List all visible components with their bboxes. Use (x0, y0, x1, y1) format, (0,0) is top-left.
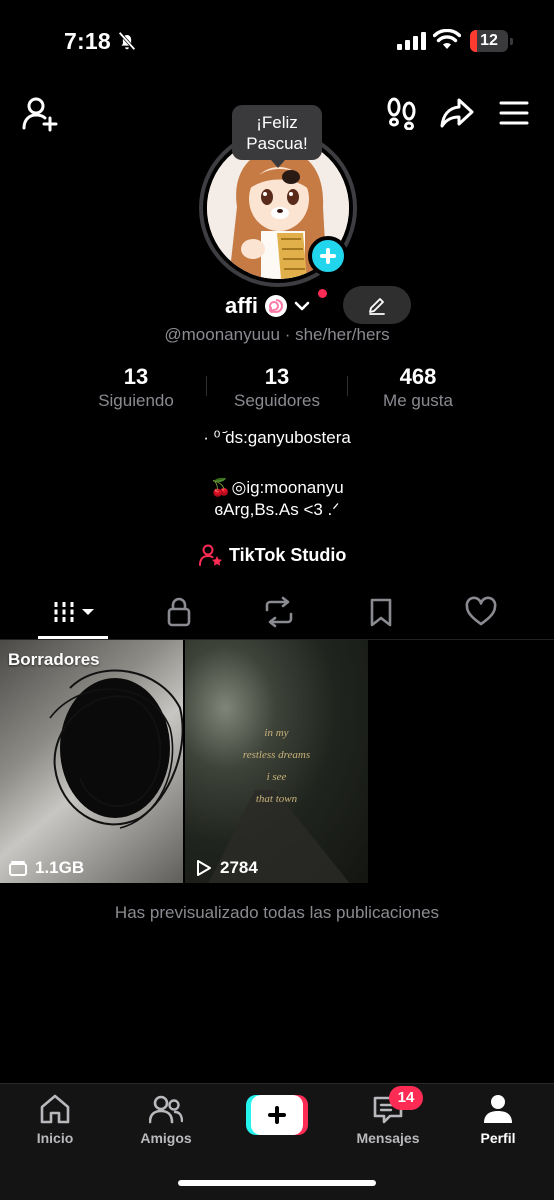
bell-off-icon (118, 31, 136, 51)
handle-row: @moonanyuuu · she/her/hers (0, 325, 554, 345)
home-icon (40, 1094, 70, 1124)
status-time: 7:18 (64, 28, 111, 54)
scribble-overlay (49, 669, 183, 829)
bio-line-3: ɞArg,Bs.As <3 .ᐟ (214, 500, 340, 519)
add-user-icon[interactable] (22, 96, 58, 132)
share-icon[interactable] (440, 97, 474, 129)
video-overlay-text: in my restless dreams i see that town (185, 722, 368, 810)
profile-icon (484, 1095, 512, 1123)
display-name-row[interactable]: affi (225, 291, 310, 321)
profile-tabs (0, 590, 554, 640)
bubble-line-2: Pascua! (246, 134, 308, 153)
nav-friends[interactable]: Amigos (121, 1092, 211, 1146)
pronouns: she/her/hers (295, 325, 390, 344)
display-name: affi (225, 293, 258, 318)
nav-home[interactable]: Inicio (10, 1092, 100, 1146)
battery-nub (510, 38, 513, 45)
bio-line-2: 🍒◎ig:moonanyu (210, 478, 344, 497)
status-bar: 7:18 12 (0, 0, 554, 84)
video-meta: 2784 (193, 858, 258, 878)
nav-friends-label: Amigos (140, 1130, 192, 1146)
folder-icon (9, 861, 27, 876)
likes-label: Me gusta (383, 391, 453, 410)
add-avatar-plus-button[interactable] (308, 236, 348, 276)
drafts-size: 1.1GB (35, 858, 85, 877)
play-icon (197, 860, 211, 876)
nav-inbox-label: Mensajes (356, 1130, 420, 1146)
drafts-tile[interactable]: Borradores 1.1GB (0, 640, 183, 883)
tiktok-studio-label: TikTok Studio (229, 544, 347, 565)
overlay-line-4: that town (255, 793, 298, 805)
tab-reposts[interactable] (261, 596, 297, 628)
chevron-down-icon[interactable] (294, 300, 310, 312)
inbox-badge: 14 (389, 1086, 423, 1110)
tab-liked[interactable] (463, 596, 499, 628)
tiktok-studio-link[interactable]: TikTok Studio (199, 542, 346, 568)
repost-icon (265, 596, 293, 628)
nav-profile[interactable]: Perfil (453, 1092, 543, 1146)
overlay-line-1: in my (264, 727, 289, 739)
video-view-count: 2784 (220, 858, 258, 877)
following-count: 13 (123, 364, 149, 389)
lock-icon (167, 597, 191, 627)
tab-private[interactable] (161, 596, 197, 628)
pencil-icon (369, 298, 385, 315)
edit-profile-button[interactable] (343, 286, 411, 324)
footprints-icon[interactable] (386, 96, 418, 130)
overlay-line-2: restless dreams (242, 749, 311, 761)
following-stat[interactable]: 13 Siguiendo (66, 364, 206, 411)
tab-saved[interactable] (363, 596, 399, 628)
followers-label: Seguidores (233, 391, 320, 410)
likes-stat[interactable]: 468 Me gusta (348, 364, 488, 411)
following-label: Siguiendo (98, 391, 174, 410)
plus-icon (251, 1095, 303, 1135)
battery-percent: 12 (480, 32, 498, 49)
followers-stat[interactable]: 13 Seguidores (207, 364, 347, 411)
nav-profile-label: Perfil (480, 1130, 516, 1146)
videos-grid-icon (54, 602, 94, 622)
pronouns-separator: · (284, 325, 291, 344)
friends-icon (149, 1095, 183, 1124)
nav-home-label: Inicio (36, 1130, 74, 1146)
cellular-signal-icon (397, 32, 426, 50)
active-tab-indicator (38, 636, 108, 639)
notification-dot (318, 289, 327, 298)
end-of-posts-text: Has previsualizado todas las publicacion… (114, 903, 440, 922)
create-button[interactable] (246, 1095, 308, 1135)
easter-greeting-bubble: ¡Feliz Pascua! (232, 105, 322, 168)
home-indicator[interactable] (178, 1180, 376, 1186)
bio-line-1: · ⁰ ᷄ds:ganyubostera (203, 428, 351, 447)
menu-icon[interactable] (499, 100, 529, 126)
bubble-line-1: ¡Feliz (256, 113, 298, 132)
heart-icon (465, 596, 497, 626)
overlay-line-3: i see (266, 771, 287, 783)
fishcake-icon (265, 295, 287, 317)
bookmark-icon (370, 598, 392, 627)
creator-star-icon (199, 544, 222, 566)
tab-videos[interactable] (50, 596, 98, 628)
drafts-label: Borradores (8, 650, 100, 669)
drafts-meta: 1.1GB (8, 858, 84, 878)
username-handle: @moonanyuuu (164, 325, 280, 344)
followers-count: 13 (264, 364, 290, 389)
wifi-icon (433, 29, 461, 49)
video-tile[interactable]: in my restless dreams i see that town 27… (185, 640, 368, 883)
battery-indicator: 12 (470, 30, 513, 52)
likes-count: 468 (399, 364, 437, 389)
